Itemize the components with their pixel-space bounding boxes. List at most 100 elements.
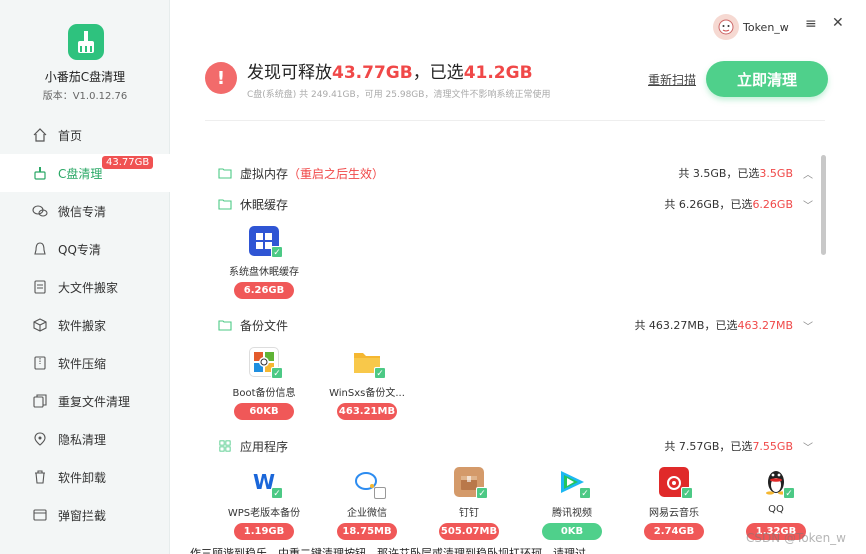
sidebar-nav: 首页 C盘清理 43.77GB 微信专清 QQ专清 大文件搬家 软件搬家 软件压…	[0, 116, 170, 534]
checkbox[interactable]: ✓	[476, 487, 488, 499]
checkbox[interactable]: ✓	[271, 487, 283, 499]
item-tencent-video[interactable]: ✓ 腾讯视频 0KB	[527, 467, 617, 540]
username: Token_w	[743, 20, 789, 34]
item-wework[interactable]: 企业微信 18.75MB	[322, 467, 412, 540]
rescan-link[interactable]: 重新扫描	[648, 71, 696, 88]
item-wps-backup[interactable]: W ✓ WPS老版本备份 1.19GB	[219, 467, 309, 540]
item-label: 钉钉	[459, 508, 479, 519]
size-badge: 43.77GB	[102, 156, 154, 169]
app-version: 版本：V1.0.12.76	[42, 91, 128, 102]
sidebar-item-software-move[interactable]: 软件搬家	[0, 306, 170, 344]
item-label: WPS老版本备份	[227, 508, 301, 519]
sidebar-item-home[interactable]: 首页	[0, 116, 170, 154]
sidebar-item-label: 重复文件清理	[58, 394, 131, 409]
close-icon[interactable]: ✕	[832, 15, 844, 31]
sidebar-item-privacy[interactable]: 隐私清理	[0, 420, 170, 458]
category-name: 备份文件	[240, 318, 289, 333]
qq-icon	[32, 241, 48, 257]
grid-icon	[219, 440, 231, 452]
avatar	[713, 14, 739, 40]
broom-logo-icon	[78, 31, 94, 53]
watermark: CSDN @Token_w	[746, 531, 846, 545]
category-backup-files[interactable]: 备份文件 共 463.27MB，已选 463.27MB ﹀	[218, 315, 813, 335]
item-label: WinSxs备份文...	[329, 388, 405, 399]
releasable-size: 43.77GB	[332, 63, 413, 83]
total-text: 共 3.5GB，已选	[678, 167, 760, 180]
checkbox[interactable]: ✓	[579, 487, 591, 499]
checkbox[interactable]: ✓	[271, 367, 283, 379]
item-size: 2.74GB	[644, 523, 704, 540]
duplicate-icon	[32, 393, 48, 409]
item-size: 6.26GB	[234, 282, 294, 299]
category-total: 共 7.57GB，已选 7.55GB ﹀	[664, 438, 813, 454]
item-size: 463.21MB	[337, 403, 397, 420]
item-size: 60KB	[234, 403, 294, 420]
sidebar-item-label: 首页	[58, 128, 83, 143]
chevron-down-icon[interactable]: ﹀	[803, 439, 813, 454]
checkbox[interactable]: ✓	[783, 487, 795, 499]
sidebar-item-duplicate[interactable]: 重复文件清理	[0, 382, 170, 420]
item-label: 腾讯视频	[552, 508, 592, 519]
item-label: 网易云音乐	[649, 508, 699, 519]
chevron-down-icon[interactable]: ﹀	[803, 318, 813, 333]
sidebar-item-label: 弹窗拦截	[58, 508, 107, 523]
chevron-down-icon[interactable]: ﹀	[803, 197, 813, 212]
sidebar-item-label: 隐私清理	[58, 432, 107, 447]
checkbox[interactable]: ✓	[374, 367, 386, 379]
category-name: 虚拟内存	[240, 166, 289, 181]
file-move-icon	[32, 279, 48, 295]
selected-text: 6.26GB	[752, 197, 793, 211]
sidebar-item-label: 微信专清	[58, 204, 107, 219]
privacy-icon	[32, 431, 48, 447]
item-label: 系统盘休眠缓存	[229, 267, 299, 278]
category-total: 共 3.5GB，已选 3.5GB ︿	[678, 165, 813, 181]
total-text: 共 463.27MB，已选	[634, 319, 738, 332]
folder-icon	[218, 199, 232, 210]
sidebar-item-popup-block[interactable]: 弹窗拦截	[0, 496, 170, 534]
item-winsxs-backup[interactable]: ✓ WinSxs备份文... 463.21MB	[322, 347, 412, 420]
sidebar: 小番茄C盘清理 版本：V1.0.12.76 首页 C盘清理 43.77GB 微信…	[0, 0, 170, 554]
clean-now-button[interactable]: 立即清理	[706, 61, 828, 97]
user-profile[interactable]: Token_w	[713, 14, 789, 40]
sidebar-item-wechat[interactable]: 微信专清	[0, 192, 170, 230]
item-boot-backup[interactable]: ✓ Boot备份信息 60KB	[219, 347, 309, 420]
sidebar-item-label: 软件卸载	[58, 470, 107, 485]
sidebar-item-c-clean[interactable]: C盘清理 43.77GB	[0, 154, 170, 192]
selected-text: 3.5GB	[759, 166, 793, 180]
summary-prefix: 发现可释放	[247, 63, 332, 83]
item-qq[interactable]: ✓ QQ 1.32GB	[731, 467, 821, 540]
item-size: 0KB	[542, 523, 602, 540]
sidebar-item-uninstall[interactable]: 软件卸载	[0, 458, 170, 496]
selected-text: 463.27MB	[737, 318, 793, 332]
sidebar-item-label: 大文件搬家	[58, 280, 119, 295]
summary-mid: ，已选	[412, 63, 464, 83]
checkbox-unchecked[interactable]	[374, 487, 386, 499]
item-netease-music[interactable]: ✓ 网易云音乐 2.74GB	[629, 467, 719, 540]
category-total: 共 463.27MB，已选 463.27MB ﹀	[634, 317, 813, 333]
sidebar-item-large-files[interactable]: 大文件搬家	[0, 268, 170, 306]
total-text: 共 6.26GB，已选	[664, 198, 753, 211]
wechat-icon	[32, 203, 48, 219]
menu-icon[interactable]: ≡	[805, 16, 817, 32]
category-hibernate-cache[interactable]: 休眠缓存 共 6.26GB，已选 6.26GB ﹀	[218, 194, 813, 214]
selected-text: 7.55GB	[752, 439, 793, 453]
checkbox[interactable]: ✓	[681, 487, 693, 499]
category-virtual-memory[interactable]: 虚拟内存 （重启之后生效） 共 3.5GB，已选 3.5GB ︿	[218, 163, 813, 183]
scrollbar[interactable]	[821, 155, 826, 255]
category-hint: （重启之后生效）	[288, 166, 385, 181]
compress-icon	[32, 355, 48, 371]
folder-icon	[218, 168, 232, 179]
home-icon	[32, 127, 48, 143]
sidebar-item-qq[interactable]: QQ专清	[0, 230, 170, 268]
item-dingtalk[interactable]: ✓ 钉钉 505.07MB	[424, 467, 514, 540]
trash-icon	[32, 469, 48, 485]
item-size: 1.19GB	[234, 523, 294, 540]
chevron-up-icon[interactable]: ︿	[803, 166, 813, 181]
checkbox[interactable]: ✓	[271, 246, 283, 258]
item-size: 18.75MB	[337, 523, 397, 540]
category-applications[interactable]: 应用程序 共 7.57GB，已选 7.55GB ﹀	[218, 436, 813, 456]
app-name: 小番茄C盘清理	[44, 70, 126, 84]
sidebar-item-compress[interactable]: 软件压缩	[0, 344, 170, 382]
item-label: Boot备份信息	[232, 388, 296, 399]
item-hibernate-cache[interactable]: ✓ 系统盘休眠缓存 6.26GB	[219, 226, 309, 299]
